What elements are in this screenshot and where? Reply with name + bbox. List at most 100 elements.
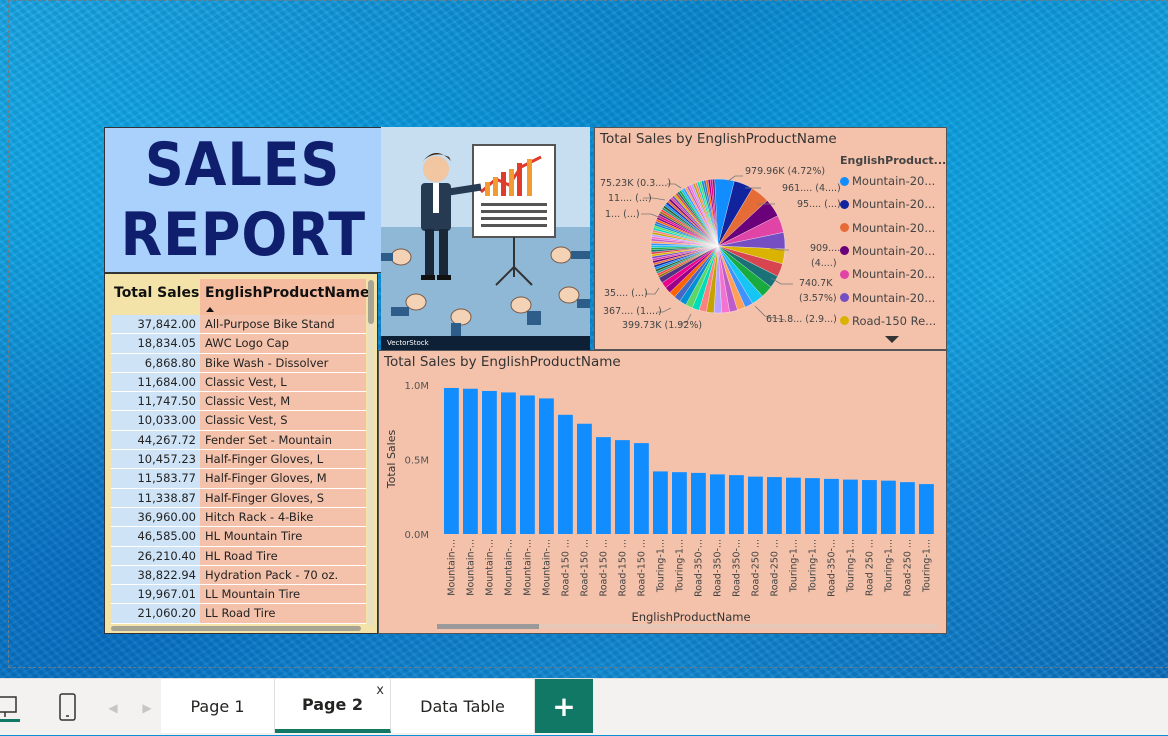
bar-chart-svg: 1.0M 0.5M 0.0M Total Sales Mountain-... Mount… xyxy=(385,381,934,624)
legend-dot-icon xyxy=(840,199,849,209)
table-row[interactable]: 11,583.77 Half-Finger Gloves, M xyxy=(111,469,366,489)
cell-total-sales: 10,457.23 xyxy=(111,450,200,470)
table-row[interactable]: 21,060.20 LL Road Tire xyxy=(111,604,366,624)
table-row[interactable]: 6,868.80 Bike Wash - Dissolver xyxy=(111,353,366,373)
bar[interactable] xyxy=(710,474,725,534)
bar[interactable] xyxy=(843,479,858,534)
legend-item[interactable]: Mountain-20... xyxy=(840,174,935,188)
legend-item[interactable]: Road-150 Re... xyxy=(840,314,936,328)
pie-label: 979.96K (4.72%) xyxy=(745,166,826,177)
y-tick-label: 1.0M xyxy=(404,381,429,392)
scroll-thumb[interactable] xyxy=(368,280,374,324)
pie-chart-visual[interactable]: Total Sales by EnglishProductName 979.96… xyxy=(594,127,947,350)
y-tick-label: 0.5M xyxy=(404,456,429,467)
table-horizontal-scrollbar[interactable] xyxy=(111,626,361,631)
desktop-layout-icon[interactable] xyxy=(0,679,24,736)
cell-total-sales: 18,834.05 xyxy=(111,334,200,354)
table-row[interactable]: 37,842.00 All-Purpose Bike Stand xyxy=(111,315,366,335)
bar[interactable] xyxy=(444,387,459,534)
table-row[interactable]: 18,834.05 AWC Logo Cap xyxy=(111,334,366,354)
cell-total-sales: 38,822.94 xyxy=(111,565,200,586)
report-title-card[interactable]: SALES REPORT xyxy=(104,127,382,273)
pie-label: 740.7K xyxy=(799,278,833,289)
table-row[interactable]: 11,684.00 Classic Vest, L xyxy=(111,372,366,393)
scroll-tabs-right-icon[interactable]: ▶ xyxy=(138,679,156,736)
table-row[interactable]: 11,747.50 Classic Vest, M xyxy=(111,392,366,412)
x-tick-label: Road-250 ... xyxy=(769,539,780,596)
bar-chart-visual[interactable]: Total Sales by EnglishProductName 1.0M 0.… xyxy=(378,350,947,634)
bar[interactable] xyxy=(767,477,782,534)
bar[interactable] xyxy=(862,480,877,534)
bar[interactable] xyxy=(539,398,554,534)
bar[interactable] xyxy=(881,480,896,534)
table-row[interactable]: 44,267.72 Fender Set - Mountain xyxy=(111,430,366,451)
x-tick-label: Mountain-... xyxy=(503,539,514,596)
legend-dot-icon xyxy=(840,269,849,279)
bar[interactable] xyxy=(786,477,801,534)
tab-page-2[interactable]: Page 2 x xyxy=(275,679,391,733)
cell-product-name: AWC Logo Cap xyxy=(200,334,366,354)
scroll-tabs-left-icon[interactable]: ◀ xyxy=(104,679,122,736)
bar[interactable] xyxy=(729,475,744,534)
table-row[interactable]: 19,967.01 LL Mountain Tire xyxy=(111,585,366,605)
table-row[interactable]: 10,033.00 Classic Vest, S xyxy=(111,411,366,431)
mobile-layout-icon[interactable] xyxy=(56,679,80,736)
x-axis-label: EnglishProductName xyxy=(631,610,750,624)
bar[interactable] xyxy=(482,390,497,534)
bar-chart-scrollbar[interactable] xyxy=(437,624,937,629)
scroll-thumb[interactable] xyxy=(437,624,539,629)
table-row[interactable]: 38,822.94 Hydration Pack - 70 oz. xyxy=(111,565,366,586)
table-row[interactable]: 46,585.00 HL Mountain Tire xyxy=(111,527,366,547)
legend-item[interactable]: Mountain-20... xyxy=(840,267,935,281)
cell-product-name: LL Road Tire xyxy=(200,604,366,624)
bar[interactable] xyxy=(824,478,839,534)
sales-table-visual[interactable]: Total Sales EnglishProductName 37,842.00… xyxy=(104,273,378,634)
presenter-illustration[interactable]: VectorStock xyxy=(381,127,590,350)
table-body: 37,842.00 All-Purpose Bike Stand 18,834.05… xyxy=(111,315,366,626)
add-page-button[interactable]: + xyxy=(535,679,593,733)
cell-product-name: Half-Finger Gloves, M xyxy=(200,469,366,489)
column-header-total-sales[interactable]: Total Sales xyxy=(111,279,200,315)
cell-total-sales: 44,267.72 xyxy=(111,430,200,451)
cell-total-sales: 10,033.00 xyxy=(111,411,200,431)
legend-title: EnglishProduct... xyxy=(840,154,947,167)
pie-label: 1... (...) xyxy=(605,209,640,220)
bar[interactable] xyxy=(520,395,535,534)
bar[interactable] xyxy=(805,478,820,534)
x-tick-label: Road-350-... xyxy=(731,539,742,597)
bar[interactable] xyxy=(919,484,934,534)
bar[interactable] xyxy=(634,443,649,534)
presenter-image xyxy=(381,127,590,350)
legend-dot-icon xyxy=(840,223,849,233)
bar[interactable] xyxy=(653,471,668,534)
legend-item[interactable]: Mountain-20... xyxy=(840,244,935,258)
table-vertical-scrollbar[interactable] xyxy=(368,280,374,626)
bar[interactable] xyxy=(672,472,687,534)
cell-product-name: Classic Vest, M xyxy=(200,392,366,412)
legend-dot-icon xyxy=(840,176,849,186)
table-row[interactable]: 10,457.23 Half-Finger Gloves, L xyxy=(111,450,366,470)
tab-page-1[interactable]: Page 1 xyxy=(161,679,275,733)
bar[interactable] xyxy=(577,423,592,534)
close-tab-icon[interactable]: x xyxy=(376,683,384,698)
legend-scroll-down-icon[interactable] xyxy=(885,336,899,343)
legend-item[interactable]: Mountain-20... xyxy=(840,221,935,235)
x-tick-label: Mountain-... xyxy=(541,539,552,596)
legend-item[interactable]: Mountain-20... xyxy=(840,291,935,305)
bar[interactable] xyxy=(615,440,630,534)
bar[interactable] xyxy=(596,437,611,534)
legend-item[interactable]: Mountain-20... xyxy=(840,197,935,211)
bar[interactable] xyxy=(691,472,706,534)
tab-data-table[interactable]: Data Table xyxy=(391,679,535,733)
bar[interactable] xyxy=(900,482,915,534)
column-header-product-name[interactable]: EnglishProductName xyxy=(200,279,369,315)
table-row[interactable]: 36,960.00 Hitch Rack - 4-Bike xyxy=(111,507,366,528)
table-row[interactable]: 11,338.87 Half-Finger Gloves, S xyxy=(111,488,366,508)
bar[interactable] xyxy=(463,388,478,534)
bar[interactable] xyxy=(558,414,573,534)
legend-label: Road-150 Re... xyxy=(852,313,937,328)
cell-total-sales: 6,868.80 xyxy=(111,353,200,373)
bar[interactable] xyxy=(501,392,516,534)
bar[interactable] xyxy=(748,476,763,534)
table-row[interactable]: 26,210.40 HL Road Tire xyxy=(111,546,366,566)
